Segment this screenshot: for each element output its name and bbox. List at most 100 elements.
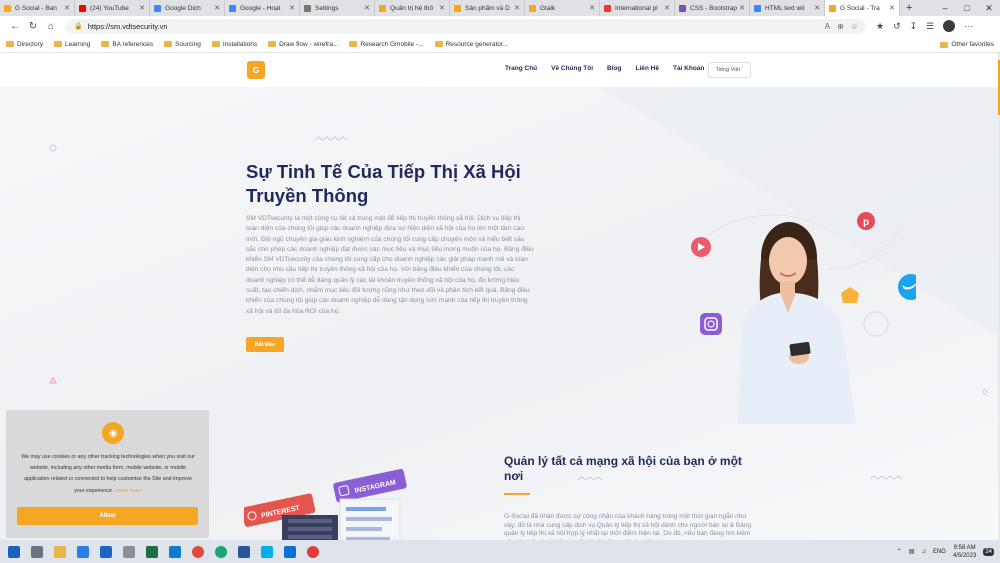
- close-tab-icon[interactable]: ✕: [664, 4, 670, 12]
- nav-item-about[interactable]: Về Chúng Tôi: [551, 65, 593, 72]
- url-input[interactable]: 🔒 https://sm.vdtsecurity.vn A ⊕ ☆: [66, 18, 866, 34]
- tab-title: Settings: [315, 4, 339, 12]
- browser-tab[interactable]: (24) YouTube ✕: [75, 0, 150, 16]
- tab-favicon-icon: [454, 4, 461, 12]
- extensions-icon[interactable]: ☰: [926, 21, 934, 32]
- get-started-button[interactable]: Bắt Đầu: [246, 337, 284, 352]
- task-view-icon[interactable]: [31, 545, 43, 558]
- word-icon[interactable]: [238, 545, 250, 558]
- nav-item-account[interactable]: Tài Khoản: [673, 65, 704, 72]
- browser-tab[interactable]: HTML text wit ✕: [750, 0, 825, 16]
- bookmark-item[interactable]: Directory: [6, 41, 43, 48]
- chrome-icon[interactable]: [192, 545, 204, 558]
- start-icon[interactable]: [8, 545, 20, 558]
- maximize-icon[interactable]: □: [956, 0, 978, 16]
- tab-favicon-icon: [154, 4, 161, 12]
- tab-favicon-icon: [79, 4, 86, 12]
- bookmark-item[interactable]: Learning: [54, 41, 90, 48]
- learn-more-link[interactable]: Learn more: [115, 488, 142, 494]
- nav-item-blog[interactable]: Blog: [607, 65, 621, 72]
- minimize-icon[interactable]: –: [934, 0, 956, 16]
- bookmark-item[interactable]: Installations: [211, 41, 257, 48]
- close-tab-icon[interactable]: ✕: [289, 4, 295, 12]
- browser-tab[interactable]: G Social - Ban ✕: [0, 0, 75, 16]
- tab-favicon-icon: [679, 4, 686, 12]
- section-description: G-Social đã nhận được sự công nhận của k…: [504, 513, 752, 540]
- close-tab-icon[interactable]: ✕: [139, 4, 145, 12]
- clock-date: 4/5/2023: [952, 552, 977, 559]
- browser-tab[interactable]: CSS - Bootstrap ✕: [675, 0, 750, 16]
- paint-icon[interactable]: [123, 545, 135, 558]
- close-tab-icon[interactable]: ✕: [64, 4, 70, 12]
- nav-item-home[interactable]: Trang Chủ: [505, 65, 537, 72]
- mail-icon[interactable]: [100, 545, 112, 558]
- zoom-icon[interactable]: ⊕: [837, 22, 844, 31]
- close-tab-icon[interactable]: ✕: [214, 4, 220, 12]
- browser-tab[interactable]: G Social - Tra ✕: [825, 0, 900, 16]
- home-icon[interactable]: ⌂: [42, 21, 60, 32]
- app-icon[interactable]: [169, 545, 181, 558]
- history-icon[interactable]: ↺: [893, 21, 901, 32]
- network-icon[interactable]: ▤: [909, 548, 915, 555]
- edge-icon[interactable]: [215, 545, 227, 558]
- store-icon[interactable]: [77, 545, 89, 558]
- system-clock[interactable]: 9:58 AM 4/5/2023: [953, 544, 976, 560]
- browser-tab[interactable]: Settings ✕: [300, 0, 375, 16]
- svg-text:p: p: [863, 217, 869, 228]
- bookmark-item[interactable]: Research Gmobile -...: [349, 41, 424, 48]
- more-menu-icon[interactable]: ⋯: [964, 21, 973, 32]
- cookie-icon: ◉: [102, 422, 124, 444]
- profile-avatar[interactable]: [943, 20, 956, 32]
- site-header: G Trang Chủ Về Chúng Tôi Blog Liên Hệ Tà…: [0, 53, 998, 87]
- bookmark-item[interactable]: Draw flow - wirefra...: [268, 41, 338, 48]
- favorite-star-icon[interactable]: ☆: [851, 22, 858, 31]
- bookmarks-bar: Directory Learning BA references Sourcing In…: [0, 36, 1000, 53]
- file-explorer-icon[interactable]: [54, 545, 66, 558]
- read-aloud-icon[interactable]: A: [825, 22, 830, 31]
- opera-icon[interactable]: [307, 545, 319, 558]
- notification-badge[interactable]: 24: [983, 547, 994, 556]
- cookie-consent-banner: ◉ We may use cookies or any other tracki…: [6, 410, 209, 538]
- section-title: Quản lý tất cả mạng xã hội của bạn ở một…: [504, 454, 742, 483]
- site-logo[interactable]: G: [247, 61, 265, 79]
- nav-item-contact[interactable]: Liên Hệ: [635, 65, 658, 72]
- browser-tab[interactable]: International pl ✕: [600, 0, 675, 16]
- close-tab-icon[interactable]: ✕: [364, 4, 370, 12]
- language-select[interactable]: Tiếng Việt ˇ: [708, 62, 751, 78]
- browser-tab[interactable]: Sản phẩm và D ✕: [450, 0, 525, 16]
- close-tab-icon[interactable]: ✕: [589, 4, 595, 12]
- favorites-icon[interactable]: ★: [876, 21, 884, 32]
- chevron-up-icon[interactable]: ⌃: [897, 548, 902, 555]
- back-icon[interactable]: ←: [6, 21, 24, 32]
- hero-description: SM VDTsecurity là một công cụ tất cả tro…: [246, 215, 534, 315]
- windows-taskbar: ⌃ ▤ ♫ ENG 9:58 AM 4/5/2023 24: [0, 540, 1000, 563]
- skype-icon[interactable]: [261, 545, 273, 558]
- bookmark-item[interactable]: BA references: [101, 41, 153, 48]
- reload-icon[interactable]: ↻: [24, 21, 42, 32]
- bookmark-other-favorites[interactable]: Other favorites: [940, 36, 994, 53]
- language-indicator[interactable]: ENG: [933, 549, 946, 555]
- close-tab-icon[interactable]: ✕: [514, 4, 520, 12]
- tab-title: Gtalk: [540, 4, 556, 12]
- browser-tab[interactable]: Gtalk ✕: [525, 0, 600, 16]
- folder-icon: [211, 41, 220, 47]
- tab-title: HTML text wit: [765, 4, 805, 12]
- allow-cookies-button[interactable]: Allow: [17, 507, 198, 525]
- bookmark-item[interactable]: Resource generator...: [434, 41, 508, 48]
- browser-tab[interactable]: Google Dich ✕: [150, 0, 225, 16]
- close-tab-icon[interactable]: ✕: [739, 4, 745, 12]
- excel-icon[interactable]: [146, 545, 158, 558]
- tab-favicon-icon: [229, 4, 236, 12]
- bookmark-item[interactable]: Sourcing: [164, 41, 201, 48]
- close-window-icon[interactable]: ✕: [978, 0, 1000, 16]
- close-tab-icon[interactable]: ✕: [814, 4, 820, 12]
- zalo-icon[interactable]: [284, 545, 296, 558]
- close-tab-icon[interactable]: ✕: [439, 4, 445, 12]
- volume-icon[interactable]: ♫: [921, 549, 926, 555]
- new-tab-icon[interactable]: +: [900, 2, 918, 14]
- downloads-icon[interactable]: ↧: [910, 21, 918, 32]
- close-tab-icon[interactable]: ✕: [889, 4, 895, 12]
- browser-tab[interactable]: Quản trị hệ thố ✕: [375, 0, 450, 16]
- tab-title: Quản trị hệ thố: [390, 4, 433, 12]
- browser-tab[interactable]: Google - Hoạt ✕: [225, 0, 300, 16]
